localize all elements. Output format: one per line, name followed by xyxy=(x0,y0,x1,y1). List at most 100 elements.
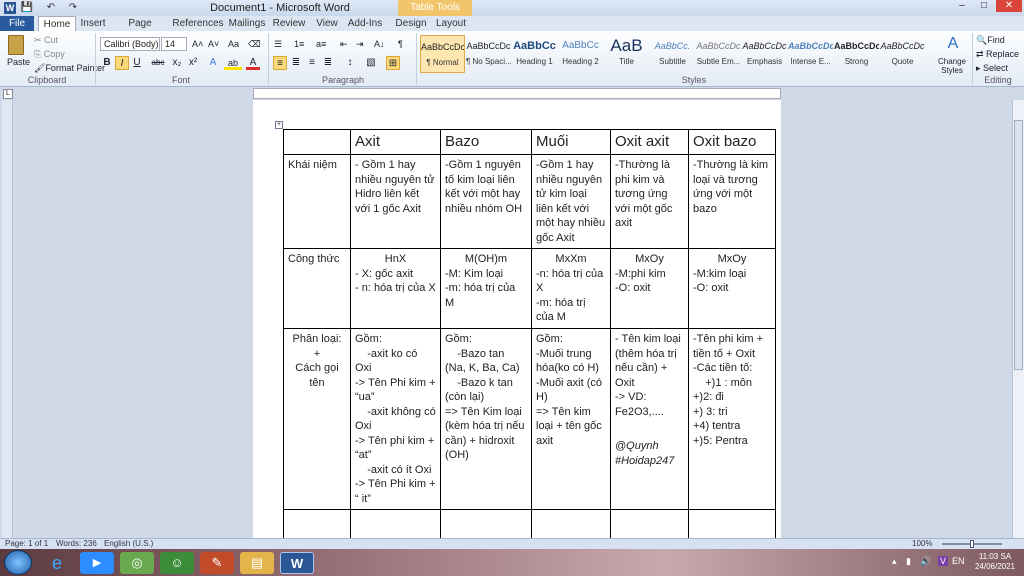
comparison-table[interactable]: Axit Bazo Muối Oxit axit Oxit bazo Khái … xyxy=(283,129,776,560)
subscript-button[interactable]: x₂ xyxy=(170,56,184,70)
style-no-spacing[interactable]: AaBbCcDc ¶ No Spaci... xyxy=(466,35,511,73)
style-strong[interactable]: AaBbCcDc Strong xyxy=(834,35,879,73)
strikethrough-button[interactable]: abc xyxy=(148,56,168,70)
style-emphasis[interactable]: AaBbCcDc Emphasis xyxy=(742,35,787,73)
table-cell[interactable]: -Tên phi kim + tiền tố + Oxit -Các tiền … xyxy=(688,328,776,510)
start-button[interactable] xyxy=(4,550,32,575)
tab-review[interactable]: Review xyxy=(272,16,306,31)
minimize-button[interactable]: – xyxy=(952,0,972,12)
page-count[interactable]: Page: 1 of 1 xyxy=(5,539,48,549)
decrease-indent-icon[interactable]: ⇤ xyxy=(340,39,348,50)
increase-indent-icon[interactable]: ⇥ xyxy=(356,39,364,50)
change-styles-icon[interactable]: A xyxy=(944,35,962,53)
tab-add-ins[interactable]: Add-Ins xyxy=(346,16,384,31)
style-heading-2[interactable]: AaBbCc Heading 2 xyxy=(558,35,603,73)
table-cell[interactable]: -Thường là phi kim và tương ứng với một … xyxy=(610,154,689,249)
font-color-button[interactable]: A xyxy=(246,56,260,70)
find-button[interactable]: 🔍Find xyxy=(976,35,1005,46)
system-clock[interactable]: 11:03 SA 24/06/2021 xyxy=(970,552,1020,572)
paste-button[interactable]: Paste xyxy=(7,57,30,67)
table-header-cell[interactable]: Axit xyxy=(350,129,441,155)
table-cell[interactable]: M(OH)m -M: Kim loại -m: hóa trị của M xyxy=(440,248,532,329)
table-cell[interactable]: - Tên kim loại (thêm hóa trị nếu cần) + … xyxy=(610,328,689,510)
network-icon[interactable]: ▮ xyxy=(906,556,911,567)
borders-icon[interactable]: ⊞ xyxy=(386,56,400,70)
font-size-select[interactable]: 14 xyxy=(161,37,187,51)
tab-insert[interactable]: Insert xyxy=(76,16,110,31)
font-family-select[interactable]: Calibri (Body) xyxy=(100,37,160,51)
table-cell[interactable]: HnX - X: gốc axit - n: hóa trị của X xyxy=(350,248,441,329)
zoom-app-icon[interactable]: ▶ xyxy=(80,552,114,574)
volume-icon[interactable]: 🔊 xyxy=(920,556,931,567)
language-indicator[interactable]: English (U.S.) xyxy=(104,539,153,549)
table-cell[interactable]: MxOy -M:phi kim -O: oxit xyxy=(610,248,689,329)
numbering-icon[interactable]: 1≡ xyxy=(294,39,304,49)
style-quote[interactable]: AaBbCcDc Quote xyxy=(880,35,925,73)
align-left-button[interactable]: ≡ xyxy=(273,56,287,70)
style-heading-1[interactable]: AaBbCc Heading 1 xyxy=(512,35,557,73)
select-button[interactable]: ▸ Select xyxy=(976,63,1008,74)
tab-design[interactable]: Design xyxy=(394,16,428,31)
table-cell[interactable]: Gồm: -Bazo tan (Na, K, Ba, Ca) -Bazo k t… xyxy=(440,328,532,510)
tab-layout[interactable]: Layout xyxy=(434,16,468,31)
zoom-slider-handle[interactable] xyxy=(970,540,974,548)
highlight-button[interactable]: ab xyxy=(224,56,242,70)
zoom-level[interactable]: 100% xyxy=(912,539,932,549)
replace-button[interactable]: ⇄ Replace xyxy=(976,49,1019,60)
paste-icon[interactable] xyxy=(8,35,24,55)
tab-selector[interactable]: L xyxy=(3,89,13,99)
row-label-cell[interactable]: Phân loại: + Cách gọi tên xyxy=(283,328,351,510)
copy-button[interactable]: ⎘ Copy xyxy=(34,49,65,60)
clear-formatting-icon[interactable]: ⌫ xyxy=(248,39,261,50)
language-tray[interactable]: EN xyxy=(952,556,965,566)
unikey-icon[interactable]: V xyxy=(938,556,949,566)
tab-view[interactable]: View xyxy=(312,16,342,31)
style-subtle-emphasis[interactable]: AaBbCcDc Subtle Em... xyxy=(696,35,741,73)
italic-button[interactable]: I xyxy=(115,56,129,70)
table-header-cell[interactable]: Oxit bazo xyxy=(688,129,776,155)
align-right-button[interactable]: ≡ xyxy=(305,56,319,70)
table-cell[interactable]: -Gồm 1 hay nhiều nguyên tử kim loại liên… xyxy=(531,154,611,249)
text-effects-button[interactable]: A xyxy=(206,56,220,70)
table-header-cell[interactable] xyxy=(283,129,351,155)
file-explorer-icon[interactable]: ▤ xyxy=(240,552,274,574)
table-cell[interactable]: -Thường là kim loại và tương ứng với một… xyxy=(688,154,776,249)
table-header-cell[interactable]: Oxit axit xyxy=(610,129,689,155)
grow-font-button[interactable]: A˄ xyxy=(192,39,203,49)
bullets-icon[interactable]: ☰ xyxy=(274,39,282,50)
justify-button[interactable]: ≣ xyxy=(321,56,335,70)
shading-icon[interactable]: ▧ xyxy=(364,56,378,70)
vertical-scrollbar[interactable] xyxy=(1012,100,1024,538)
show-formatting-marks-icon[interactable]: ¶ xyxy=(398,39,403,49)
change-case-button[interactable]: Aa xyxy=(228,39,239,49)
cut-button[interactable]: ✂ Cut xyxy=(34,35,58,46)
style-normal[interactable]: AaBbCcDc ¶ Normal xyxy=(420,35,465,73)
underline-button[interactable]: U xyxy=(130,56,144,70)
tab-home[interactable]: Home xyxy=(38,16,76,31)
bold-button[interactable]: B xyxy=(100,56,114,70)
messenger-icon[interactable]: ☺ xyxy=(160,552,194,574)
multilevel-list-icon[interactable]: a≡ xyxy=(316,39,326,49)
table-cell[interactable]: MxXm -n: hóa trị của X -m: hóa trị của M xyxy=(531,248,611,329)
change-styles-button[interactable]: Change Styles xyxy=(936,57,968,75)
tab-page-layout[interactable]: Page Layout xyxy=(114,16,166,44)
table-header-cell[interactable]: Bazo xyxy=(440,129,532,155)
table-cell[interactable]: - Gồm 1 hay nhiều nguyên tử Hidro liên k… xyxy=(350,154,441,249)
style-subtitle[interactable]: AaBbCc. Subtitle xyxy=(650,35,695,73)
word-taskbar-icon[interactable]: W xyxy=(280,552,314,574)
internet-explorer-icon[interactable]: e xyxy=(40,552,74,574)
maximize-button[interactable]: □ xyxy=(974,0,994,12)
tab-mailings[interactable]: Mailings xyxy=(228,16,266,31)
vertical-ruler[interactable] xyxy=(2,100,13,538)
row-label-cell[interactable]: Công thức xyxy=(283,248,351,329)
shrink-font-button[interactable]: A˅ xyxy=(208,39,219,49)
word-count[interactable]: Words: 236 xyxy=(56,539,97,549)
table-move-handle[interactable]: + xyxy=(275,121,283,129)
style-intense-emphasis[interactable]: AaBbCcDc Intense E... xyxy=(788,35,833,73)
tab-references[interactable]: References xyxy=(172,16,224,31)
scroll-thumb[interactable] xyxy=(1014,120,1023,370)
table-cell[interactable]: Gồm: -Muối trung hóa(ko có H) -Muối axit… xyxy=(531,328,611,510)
tab-file[interactable]: File xyxy=(0,16,34,31)
paint-icon[interactable]: ✎ xyxy=(200,552,234,574)
sort-icon[interactable]: A↓ xyxy=(374,39,385,49)
